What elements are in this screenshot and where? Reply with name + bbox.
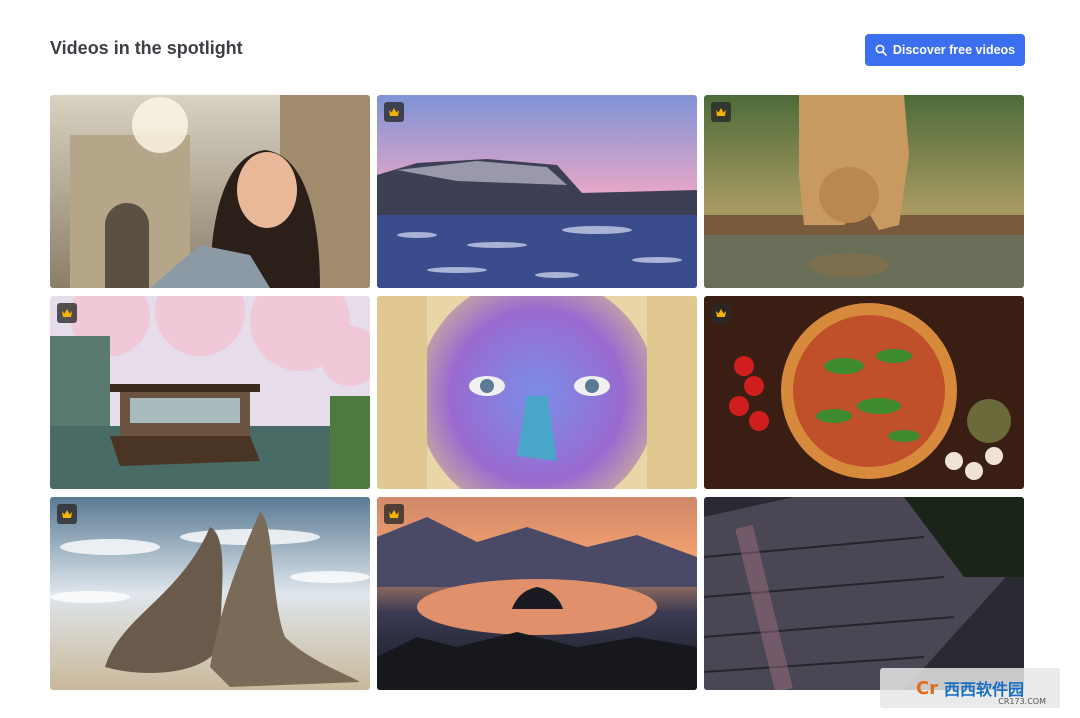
page-title: Videos in the spotlight — [50, 38, 243, 58]
premium-crown-icon — [57, 504, 77, 524]
video-tile-powder-face[interactable] — [377, 296, 697, 489]
video-tile-pizza[interactable] — [704, 296, 1024, 489]
video-tile-cherry-blossom-canal[interactable] — [50, 296, 370, 489]
video-thumbnail — [704, 296, 1024, 489]
premium-crown-icon — [711, 102, 731, 122]
video-tile-frozen-lake[interactable] — [377, 95, 697, 288]
video-thumbnail — [50, 95, 370, 288]
video-thumbnail — [704, 497, 1024, 690]
video-thumbnail — [377, 497, 697, 690]
discover-free-videos-button[interactable]: Discover free videos — [865, 34, 1025, 66]
premium-crown-icon — [384, 102, 404, 122]
site-watermark: Cr 西西软件园 CR173.COM — [880, 668, 1060, 708]
video-tile-wet-cobblestone[interactable] — [704, 497, 1024, 690]
video-thumbnail — [377, 95, 697, 288]
video-tile-sunset-lake[interactable] — [377, 497, 697, 690]
premium-crown-icon — [57, 303, 77, 323]
search-icon — [875, 44, 887, 56]
premium-crown-icon — [384, 504, 404, 524]
video-thumbnail — [704, 95, 1024, 288]
watermark-logo-icon: Cr — [915, 677, 939, 699]
video-tile-woman-selfie[interactable] — [50, 95, 370, 288]
watermark-url: CR173.COM — [998, 697, 1046, 706]
video-tile-lioness[interactable] — [704, 95, 1024, 288]
video-thumbnail — [377, 296, 697, 489]
video-thumbnail — [50, 497, 370, 690]
premium-crown-icon — [711, 303, 731, 323]
discover-button-label: Discover free videos — [892, 43, 1016, 57]
video-tile-elephant-seals[interactable] — [50, 497, 370, 690]
video-thumbnail — [50, 296, 370, 489]
